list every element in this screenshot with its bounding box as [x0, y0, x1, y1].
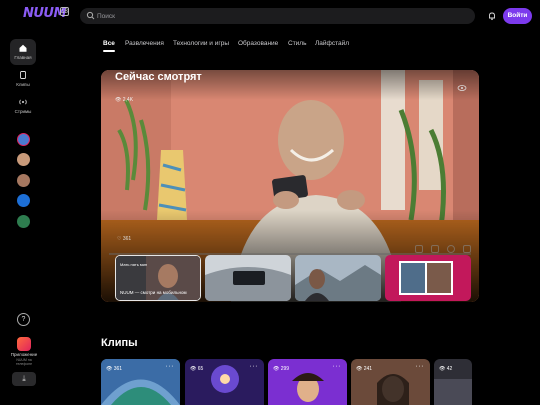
settings-icon[interactable]: [447, 245, 455, 253]
download-button[interactable]: ⤓: [12, 372, 36, 386]
search-bar[interactable]: [80, 8, 475, 24]
more-icon[interactable]: ···: [333, 363, 342, 370]
thumb-image: [205, 255, 291, 301]
like-button[interactable]: ♡ 361: [117, 236, 131, 242]
tab-style[interactable]: Стиль: [288, 40, 306, 47]
thumb-image: [295, 255, 381, 301]
sidebar-item-home[interactable]: Главная: [10, 39, 36, 65]
app-title: Приложение: [10, 352, 38, 357]
clip-card[interactable]: 👁 299 ···: [268, 359, 347, 405]
eye-icon[interactable]: [457, 84, 467, 92]
clip-view-count: 361: [113, 366, 123, 372]
help-icon[interactable]: ?: [17, 313, 30, 326]
sidebar-item-label: Главная: [14, 55, 32, 60]
view-count-value: 2,4K: [122, 97, 134, 103]
clip-views: 👁 65: [190, 366, 204, 372]
thumb-caption-top: Мать пять мин: [120, 262, 148, 267]
clip-view-count: 42: [446, 366, 453, 372]
mobile-app-promo[interactable]: Приложение NUUM на телефоне: [9, 335, 39, 369]
clip-card[interactable]: 👁 42: [434, 359, 472, 405]
view-count: 👁 2,4K: [115, 97, 134, 103]
fullscreen-icon[interactable]: [463, 245, 471, 253]
sidebar: Главная Клипы Стримы ? Приложение NUUM н…: [0, 32, 48, 405]
tab-all[interactable]: Все: [103, 40, 115, 47]
search-input[interactable]: [97, 8, 457, 24]
clip-card[interactable]: 👁 65 ···: [185, 359, 264, 405]
channel-avatar[interactable]: [17, 194, 30, 207]
sidebar-item-label: Стримы: [14, 109, 32, 114]
app-subtitle: NUUM на телефоне: [15, 358, 33, 366]
tab-indicator: [103, 50, 115, 52]
clip-view-count: 65: [197, 366, 204, 372]
sidebar-item-streams[interactable]: Стримы: [10, 93, 36, 119]
clips-icon: [20, 71, 26, 79]
hero-thumb[interactable]: Мать пять мин NUUM — смотри на мобильном: [115, 255, 201, 301]
top-bar: NUUM 18 Войти: [0, 0, 540, 32]
hero-thumb[interactable]: [295, 255, 381, 301]
tab-education[interactable]: Образование: [238, 40, 278, 47]
sidebar-item-clips[interactable]: Клипы: [10, 66, 36, 92]
sidebar-item-label: Клипы: [16, 82, 30, 87]
clip-view-count: 241: [363, 366, 373, 372]
clip-views: 👁 42: [439, 366, 453, 372]
more-icon[interactable]: ···: [416, 363, 425, 370]
pip-icon[interactable]: [431, 245, 439, 253]
age-badge: 18: [60, 7, 69, 16]
tab-tech-games[interactable]: Технологии и игры: [173, 40, 229, 47]
clips-section-title: Клипы: [101, 337, 138, 349]
bell-icon[interactable]: [486, 10, 498, 22]
clip-card[interactable]: 👁 361 ···: [101, 359, 180, 405]
hero-thumb[interactable]: [205, 255, 291, 301]
app-icon: [17, 337, 31, 351]
clip-views: 👁 241: [356, 366, 373, 372]
clip-views: 👁 299: [273, 366, 290, 372]
more-icon[interactable]: ···: [166, 363, 175, 370]
clip-view-count: 299: [280, 366, 290, 372]
search-icon: [86, 11, 95, 20]
home-icon: [19, 44, 27, 52]
login-button[interactable]: Войти: [503, 8, 532, 24]
streams-icon: [19, 99, 27, 105]
channel-avatar[interactable]: [17, 215, 30, 228]
channel-avatar[interactable]: [17, 174, 30, 187]
more-icon[interactable]: ···: [250, 363, 259, 370]
channel-avatar[interactable]: [17, 133, 30, 146]
now-watching-player[interactable]: Сейчас смотрят 👁 2,4K ♡ 361 Мать пять ми…: [101, 70, 479, 302]
clip-card[interactable]: 👁 241 ···: [351, 359, 430, 405]
thumb-caption: NUUM — смотри на мобильном: [120, 290, 187, 295]
channel-avatar[interactable]: [17, 153, 30, 166]
thumb-image: [385, 255, 471, 301]
tab-entertainment[interactable]: Развлечения: [125, 40, 164, 47]
tab-lifestyle[interactable]: Лайфстайл: [315, 40, 349, 47]
caption-icon[interactable]: [415, 245, 423, 253]
hero-title: Сейчас смотрят: [115, 71, 202, 83]
clip-views: 👁 361: [106, 366, 123, 372]
hero-thumb[interactable]: [385, 255, 471, 301]
like-count: 361: [122, 236, 132, 242]
